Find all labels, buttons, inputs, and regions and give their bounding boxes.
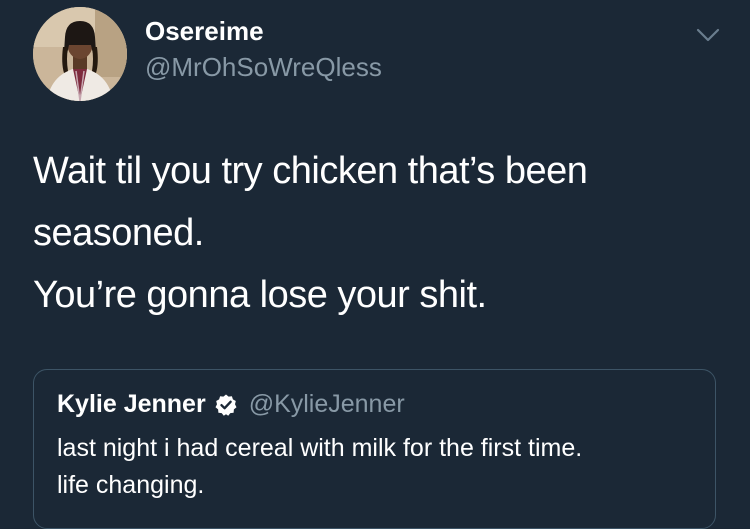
author-avatar[interactable] [33,7,127,101]
tweet-text: Wait til you try chicken that’s been sea… [33,140,723,326]
author-display-name[interactable]: Osereime [145,16,264,47]
tweet-text-line: Wait til you try chicken that’s been [33,150,588,192]
quoted-tweet-text-line: life changing. [57,471,205,499]
author-handle[interactable]: @MrOhSoWreQless [145,52,382,83]
profile-photo [33,7,127,101]
quoted-tweet-header: Kylie Jenner @KylieJenner [57,390,405,419]
verified-badge-icon [214,393,238,417]
quoted-tweet-text: last night i had cereal with milk for th… [57,430,697,504]
chevron-down-icon[interactable] [693,24,723,46]
quoted-author-name[interactable]: Kylie Jenner [57,390,206,419]
quoted-author-handle[interactable]: @KylieJenner [249,390,405,419]
tweet-text-line: seasoned. [33,212,204,254]
quoted-tweet-text-line: last night i had cereal with milk for th… [57,434,583,462]
tweet-text-line: You’re gonna lose your shit. [33,274,487,316]
tweet: Osereime @MrOhSoWreQless Wait til you tr… [0,0,750,529]
quoted-tweet-card[interactable]: Kylie Jenner @KylieJenner last night i h… [33,369,716,529]
